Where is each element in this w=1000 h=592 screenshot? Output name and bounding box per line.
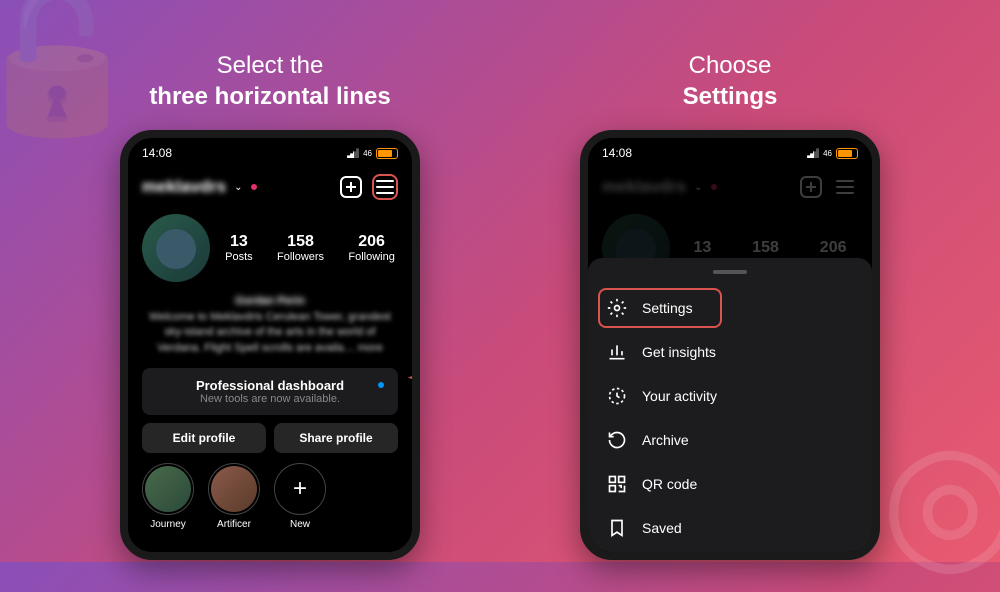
menu-button [832, 174, 858, 200]
caption-line2: three horizontal lines [149, 83, 390, 110]
clock: 14:08 [602, 146, 632, 160]
battery-icon [836, 148, 858, 159]
clock: 14:08 [142, 146, 172, 160]
bio-text: Welcome to Meklavdris Cerulean Tower, gr… [142, 310, 398, 356]
notification-dot [251, 184, 257, 190]
caption-line1: Choose [689, 52, 772, 79]
chevron-down-icon: ⌄ [694, 182, 702, 193]
hamburger-icon [834, 178, 856, 196]
story-highlights: Journey Artificer + New [128, 453, 412, 540]
menu-button[interactable] [372, 174, 398, 200]
status-icons: 46 [807, 148, 858, 159]
left-caption: Select the three horizontal lines [70, 50, 470, 112]
menu-label: Settings [642, 300, 693, 316]
menu-archive[interactable]: Archive [588, 418, 872, 462]
bio: Gordan Perin Welcome to Meklavdris Cerul… [128, 290, 412, 360]
share-profile-button[interactable]: Share profile [274, 423, 398, 453]
story-artificer[interactable]: Artificer [208, 463, 260, 530]
menu-saved[interactable]: Saved [588, 506, 872, 550]
plus-box-icon [340, 176, 362, 198]
menu-label: QR code [642, 476, 697, 492]
story-journey[interactable]: Journey [142, 463, 194, 530]
pro-dashboard-card[interactable]: Professional dashboard New tools are now… [142, 368, 398, 415]
statusbar: 14:08 46 [128, 138, 412, 168]
username[interactable]: meklavdrs [142, 177, 226, 197]
dash-title: Professional dashboard [154, 378, 386, 393]
right-panel: Choose Settings 14:08 46 meklavdrs ⌄ 13 … [530, 50, 930, 560]
create-button[interactable] [338, 174, 364, 200]
menu-label: Saved [642, 520, 682, 536]
caption-line2: Settings [683, 83, 778, 110]
menu-label: Archive [642, 432, 689, 448]
menu-label: Your activity [642, 388, 717, 404]
dash-subtitle: New tools are now available. [154, 393, 386, 405]
following-stat[interactable]: 206 Following [348, 233, 394, 263]
battery-icon [376, 148, 398, 159]
display-name: Gordan Perin [142, 294, 398, 309]
bookmark-icon [606, 517, 628, 539]
bottom-sheet: Settings Get insights Your activity Arch… [588, 258, 872, 552]
plus-icon: + [277, 466, 323, 512]
profile-header: meklavdrs ⌄ [588, 168, 872, 206]
phone-right: 14:08 46 meklavdrs ⌄ 13 158 206 [580, 130, 880, 560]
menu-settings[interactable]: Settings [588, 286, 872, 330]
followers-stat[interactable]: 158 Followers [277, 233, 324, 263]
create-button [798, 174, 824, 200]
username: meklavdrs [602, 177, 686, 197]
menu-activity[interactable]: Your activity [588, 374, 872, 418]
menu-insights[interactable]: Get insights [588, 330, 872, 374]
notification-dot [711, 184, 717, 190]
posts-stat[interactable]: 13 Posts [225, 233, 253, 263]
blue-dot-icon [378, 382, 384, 388]
chevron-down-icon[interactable]: ⌄ [234, 182, 242, 193]
menu-collectibles[interactable]: Digital collectibles [588, 550, 872, 560]
qr-icon [606, 473, 628, 495]
menu-label: Get insights [642, 344, 716, 360]
chart-icon [606, 341, 628, 363]
lte-icon: 46 [363, 149, 372, 158]
activity-icon [606, 385, 628, 407]
statusbar: 14:08 46 [588, 138, 872, 168]
status-icons: 46 [347, 148, 398, 159]
lte-icon: 46 [823, 149, 832, 158]
story-new[interactable]: + New [274, 463, 326, 530]
gear-icon [606, 297, 628, 319]
signal-icon [807, 148, 819, 158]
archive-icon [606, 429, 628, 451]
caption-line1: Select the [217, 52, 324, 79]
hamburger-icon [374, 178, 396, 196]
left-panel: Select the three horizontal lines 14:08 … [70, 50, 470, 560]
avatar[interactable] [142, 214, 210, 282]
phone-left: 14:08 46 meklavdrs ⌄ 13 Posts [120, 130, 420, 560]
profile-header: meklavdrs ⌄ [128, 168, 412, 206]
sheet-handle[interactable] [713, 270, 747, 274]
profile-stats-row: 13 Posts 158 Followers 206 Following [128, 206, 412, 290]
edit-profile-button[interactable]: Edit profile [142, 423, 266, 453]
right-caption: Choose Settings [530, 50, 930, 112]
signal-icon [347, 148, 359, 158]
plus-box-icon [800, 176, 822, 198]
menu-qr[interactable]: QR code [588, 462, 872, 506]
